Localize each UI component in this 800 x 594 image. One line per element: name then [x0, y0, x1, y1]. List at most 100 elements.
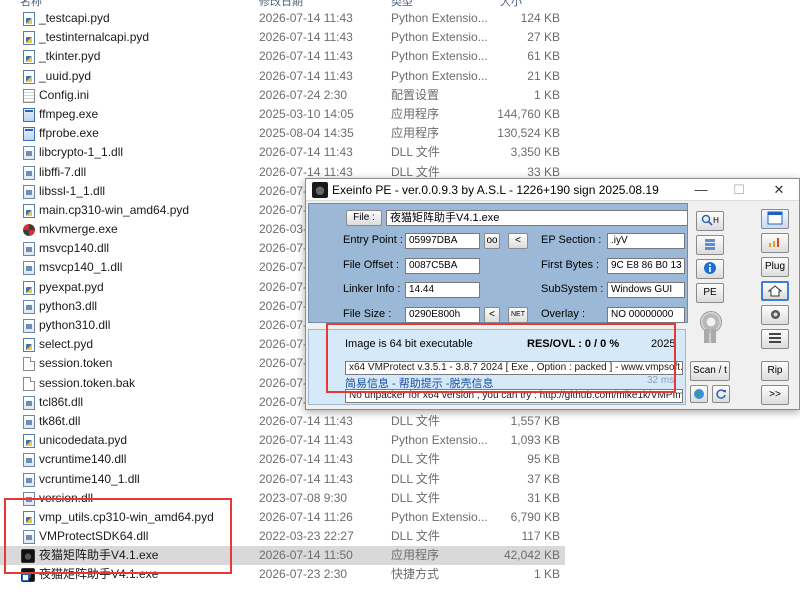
- file-name: 夜猫矩阵助手V4.1.exe: [39, 548, 159, 563]
- file-row[interactable]: unicodedata.pyd 2026-07-14 11:43 Python Ex…: [0, 431, 565, 450]
- exe-file-icon: [23, 127, 35, 142]
- open-file-button[interactable]: [761, 209, 789, 229]
- file-date: 2026-07-14 11:43: [259, 30, 353, 45]
- python-file-icon: [23, 280, 35, 295]
- file-row[interactable]: ffprobe.exe 2025-08-04 14:35 应用程序 130,524 K…: [0, 124, 565, 143]
- file-row[interactable]: tk86t.dll 2026-07-14 11:43 DLL 文件 1,557 KB: [0, 412, 565, 431]
- file-date: 2026-07-: [259, 298, 308, 313]
- column-size[interactable]: 大小: [500, 0, 522, 8]
- file-size: 27 KB: [527, 30, 560, 45]
- file-size: 1 KB: [533, 567, 560, 582]
- window-title: Exeinfo PE - ver.0.0.9.3 by A.S.L - 1226…: [332, 183, 659, 197]
- info-icon: [704, 262, 716, 275]
- file-size: 61 KB: [527, 49, 560, 64]
- pe-button[interactable]: PE: [696, 283, 724, 303]
- file-size: 37 KB: [527, 471, 560, 486]
- unpacker-field[interactable]: No unpacker for x64 version , you can tr…: [345, 389, 683, 403]
- column-type[interactable]: 类型: [391, 0, 413, 8]
- file-date: 2026-07-14 11:43: [259, 452, 353, 467]
- file-row[interactable]: vcruntime140_1.dll 2026-07-14 11:43 DLL 文件…: [0, 470, 565, 489]
- file-date: 2025-08-04 14:35: [259, 126, 354, 141]
- file-row[interactable]: _testinternalcapi.pyd 2026-07-14 11:43 Pyt…: [0, 28, 565, 47]
- file-name: _uuid.pyd: [39, 68, 92, 83]
- file-name: tcl86t.dll: [39, 394, 84, 409]
- database-button[interactable]: [696, 235, 724, 255]
- search-button[interactable]: H: [696, 211, 724, 231]
- file-row[interactable]: 夜猫矩阵助手V4.1.exe 2026-07-23 2:30 快捷方式 1 KB: [0, 565, 565, 584]
- file-size: 95 KB: [527, 452, 560, 467]
- file-name: msvcp140.dll: [39, 241, 110, 256]
- home-button[interactable]: [761, 281, 789, 301]
- entry-point-field[interactable]: 05997DBA: [405, 233, 480, 249]
- ep-section-field[interactable]: .iyV: [607, 233, 685, 249]
- file-size: 31 KB: [527, 490, 560, 505]
- file-type: Python Extensio...: [391, 509, 488, 524]
- file-date: 2026-07-14 11:43: [259, 49, 353, 64]
- stats-button[interactable]: [761, 233, 789, 253]
- file-date: 2026-07-14 11:43: [259, 68, 353, 83]
- file-row[interactable]: vcruntime140.dll 2026-07-14 11:43 DLL 文件 95…: [0, 450, 565, 469]
- file-type: 应用程序: [391, 126, 440, 141]
- entry-oo-button[interactable]: oo: [484, 233, 500, 249]
- close-button[interactable]: ✕: [764, 180, 794, 200]
- file-date: 2026-07-: [259, 202, 308, 217]
- scan-button[interactable]: Scan / t: [690, 361, 730, 381]
- file-name-field[interactable]: 夜猫矩阵助手V4.1.exe: [386, 210, 688, 226]
- detection-field[interactable]: x64 VMProtect v.3.5.1 - 3.8.7 2024 [ Exe…: [345, 361, 683, 375]
- menu-icon: [769, 333, 781, 344]
- file-row[interactable]: vmp_utils.cp310-win_amd64.pyd 2026-07-14 …: [0, 508, 565, 527]
- subsystem-field[interactable]: Windows GUI: [607, 282, 685, 298]
- next-button[interactable]: >>: [761, 385, 789, 405]
- column-date[interactable]: 修改日期: [259, 0, 303, 8]
- minimize-button[interactable]: —: [686, 180, 716, 200]
- cat-shortcut-icon: [21, 568, 35, 583]
- file-row[interactable]: version.dll 2023-07-08 9:30 DLL 文件 31 KB: [0, 489, 565, 508]
- net-button[interactable]: NET: [508, 307, 528, 323]
- file-size-field[interactable]: 0290E800h: [405, 307, 480, 323]
- menu-button[interactable]: [761, 329, 789, 349]
- dll-file-icon: [23, 242, 35, 257]
- file-button[interactable]: File :: [346, 210, 382, 226]
- maximize-button[interactable]: ☐: [724, 180, 754, 200]
- size-back-button[interactable]: <: [484, 307, 500, 323]
- file-row[interactable]: _testcapi.pyd 2026-07-14 11:43 Python Exte…: [0, 9, 565, 28]
- file-row[interactable]: _uuid.pyd 2026-07-14 11:43 Python Extensio…: [0, 67, 565, 86]
- file-type: DLL 文件: [391, 490, 440, 505]
- file-row[interactable]: Config.ini 2026-07-24 2:30 配置设置 1 KB: [0, 86, 565, 105]
- title-bar[interactable]: Exeinfo PE - ver.0.0.9.3 by A.S.L - 1226…: [306, 179, 799, 201]
- app-icon: [312, 182, 328, 198]
- column-name[interactable]: 名称: [20, 0, 42, 8]
- scan-result-panel: Image is 64 bit executable RES/OVL : 0 /…: [308, 329, 686, 405]
- linker-info-field[interactable]: 14.44: [405, 282, 480, 298]
- first-bytes-field[interactable]: 9C E8 86 B0 13: [607, 258, 685, 274]
- rip-button[interactable]: Rip: [761, 361, 789, 381]
- exeinfo-pe-window: Exeinfo PE - ver.0.0.9.3 by A.S.L - 1226…: [305, 178, 800, 410]
- entry-back-button[interactable]: <: [508, 233, 528, 249]
- overlay-field[interactable]: NO 00000000: [607, 307, 685, 323]
- file-row[interactable]: ffmpeg.exe 2025-03-10 14:05 应用程序 144,760 KB: [0, 105, 565, 124]
- settings-button[interactable]: [761, 305, 789, 325]
- file-name: unicodedata.pyd: [39, 433, 128, 448]
- file-row[interactable]: _tkinter.pyd 2026-07-14 11:43 Python Exten…: [0, 47, 565, 66]
- file-name: tk86t.dll: [39, 413, 81, 428]
- info-button[interactable]: [696, 259, 724, 279]
- file-row[interactable]: 夜猫矩阵助手V4.1.exe 2026-07-14 11:50 应用程序 42,042…: [0, 546, 565, 566]
- file-name: vcruntime140.dll: [39, 452, 127, 467]
- file-size: 21 KB: [527, 68, 560, 83]
- dll-file-icon: [23, 261, 35, 276]
- dll-file-icon: [23, 184, 35, 199]
- config-file-icon: [23, 88, 35, 103]
- res-ovl-text: RES/OVL : 0 / 0 %: [527, 338, 620, 350]
- file-offset-field[interactable]: 0087C5BA: [405, 258, 480, 274]
- file-name: libcrypto-1_1.dll: [39, 145, 124, 160]
- file-row[interactable]: VMProtectSDK64.dll 2022-03-23 22:27 DLL 文件…: [0, 527, 565, 546]
- dll-file-icon: [23, 165, 35, 180]
- plug-button[interactable]: Plug: [761, 257, 789, 277]
- file-row[interactable]: libcrypto-1_1.dll 2026-07-14 11:43 DLL 文件 3…: [0, 143, 565, 162]
- file-name: vcruntime140_1.dll: [39, 471, 140, 486]
- globe-button[interactable]: [690, 385, 708, 403]
- refresh-button[interactable]: [712, 385, 730, 403]
- dll-file-icon: [23, 299, 35, 314]
- file-size: 6,790 KB: [510, 509, 560, 524]
- result-year: 2025: [651, 338, 676, 350]
